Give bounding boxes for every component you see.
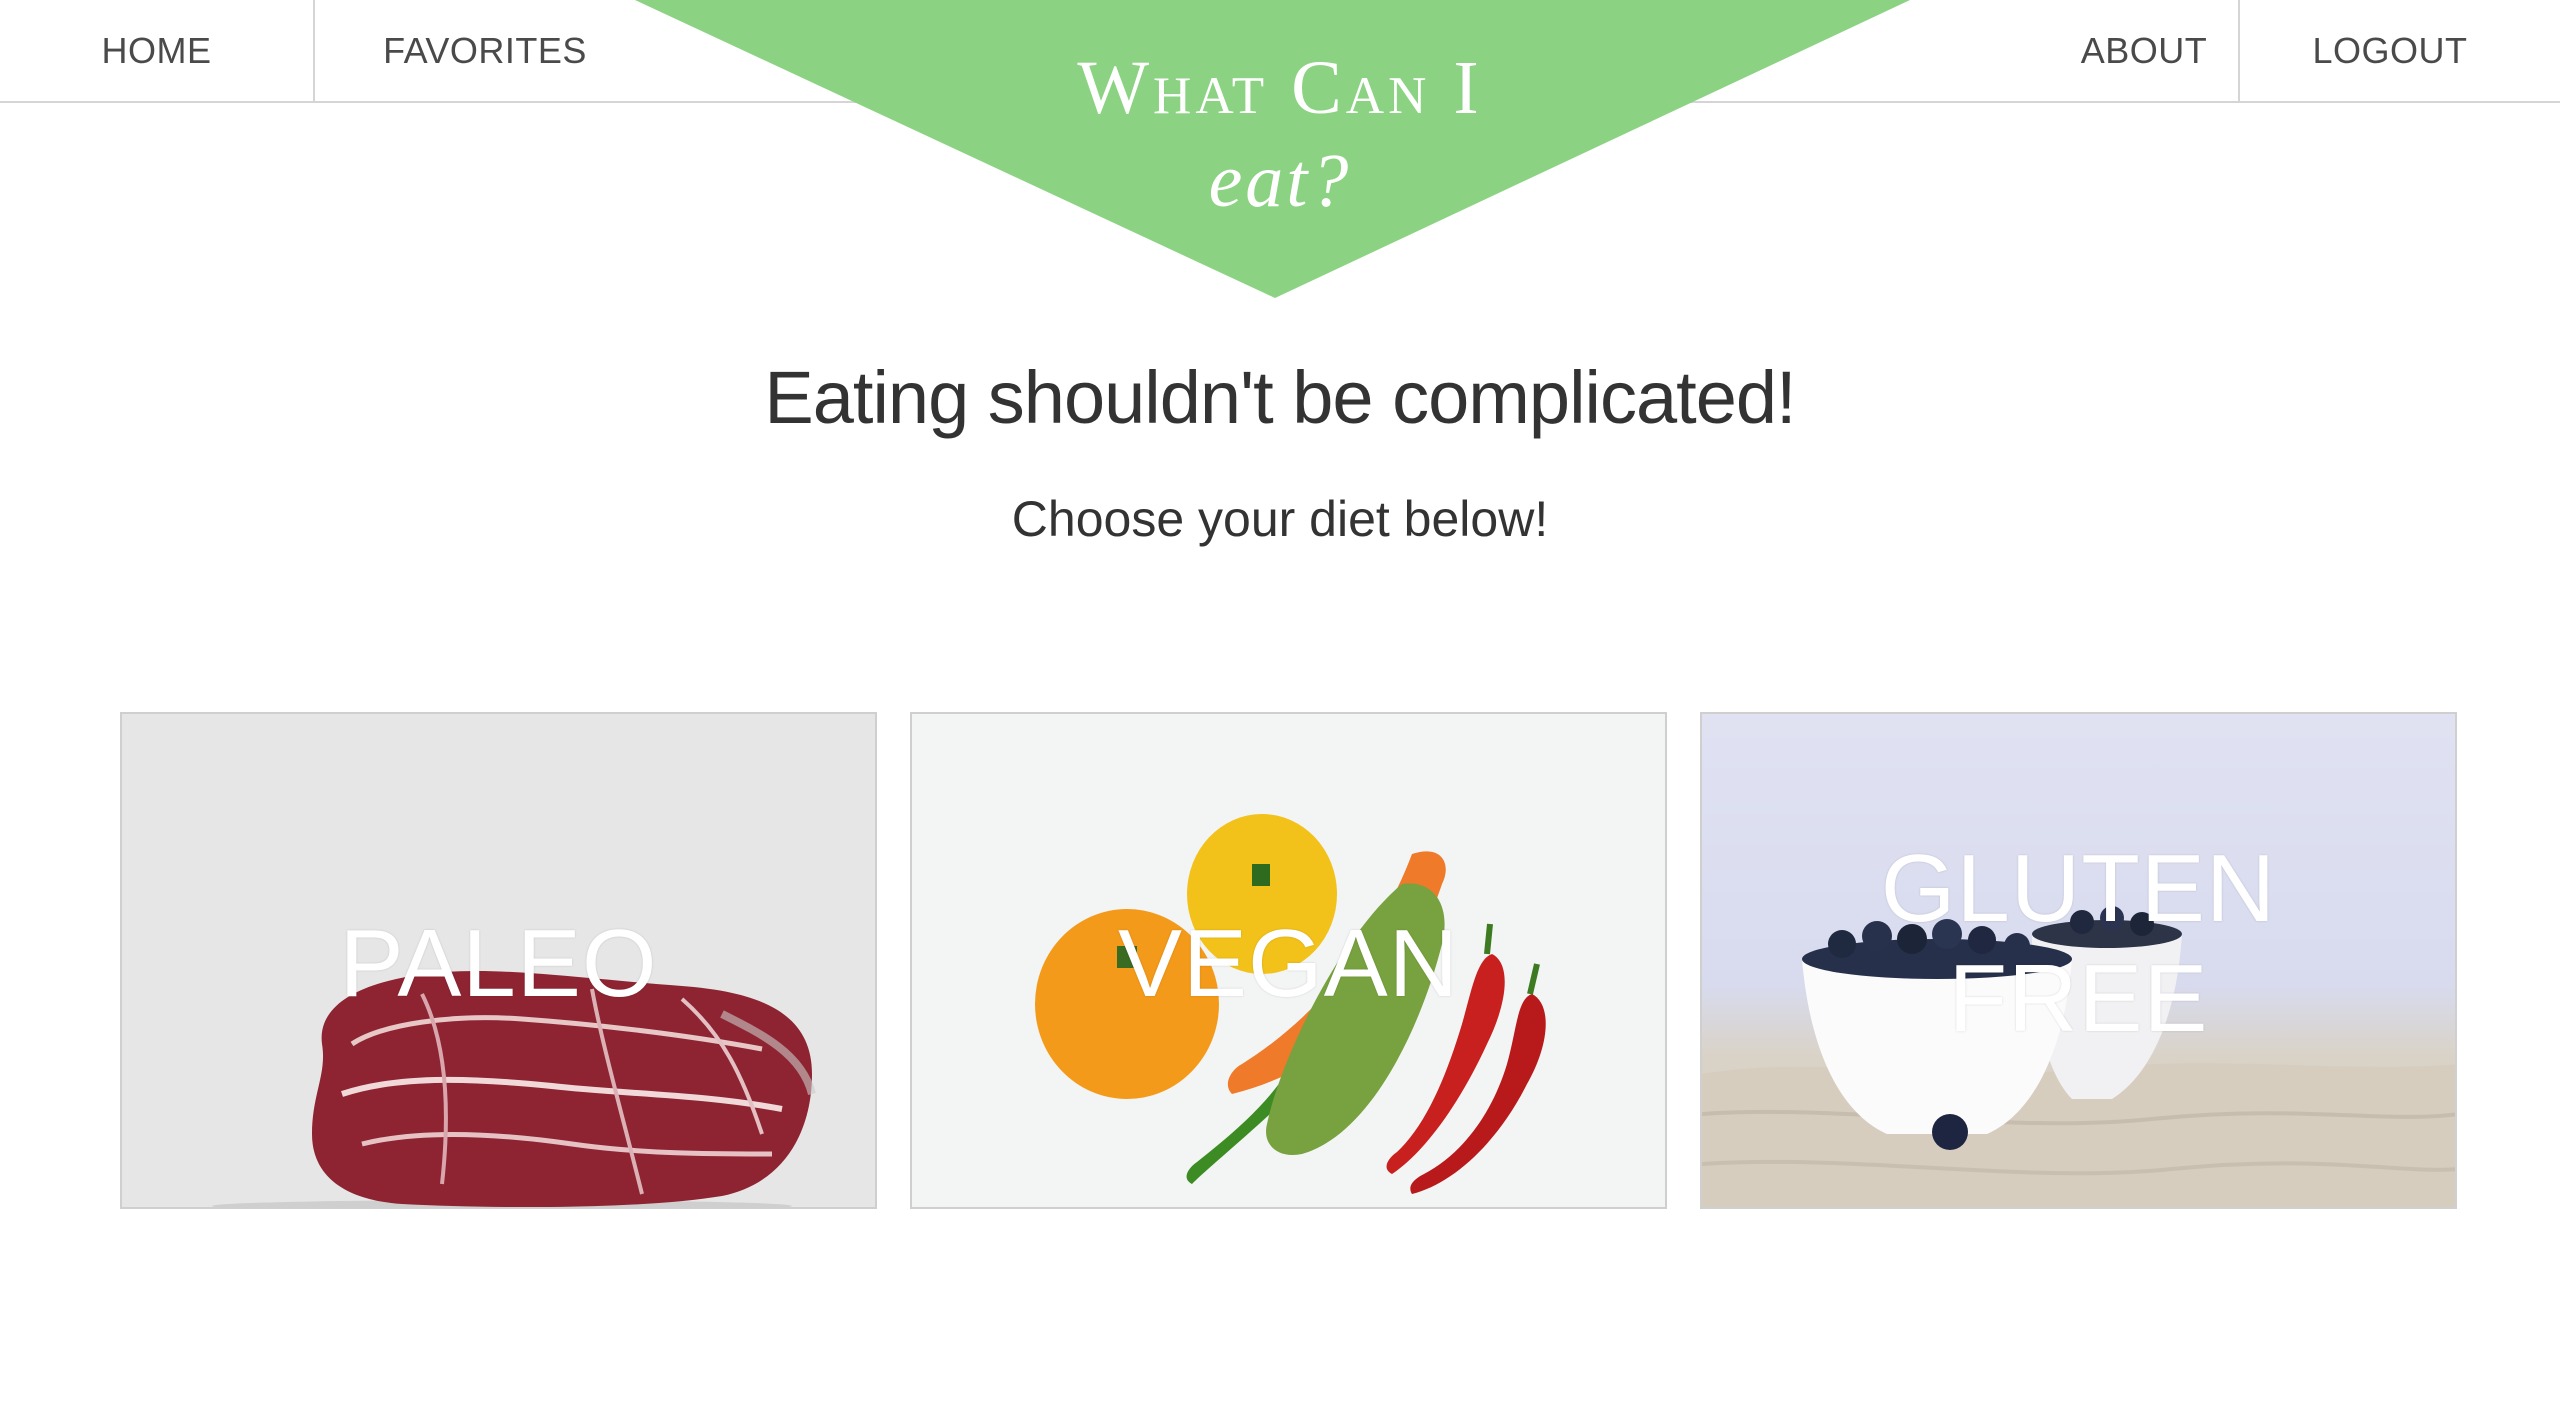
- logo-subtitle: eat?: [1208, 139, 1352, 223]
- site-logo[interactable]: What Can I eat?: [920, 40, 1640, 226]
- diet-label-gluten-line2: FREE: [1948, 945, 2209, 1052]
- page-headline: Eating shouldn't be complicated!: [764, 356, 1796, 439]
- nav-home-link[interactable]: HOME: [0, 0, 315, 101]
- diet-label-vegan: VEGAN: [1117, 910, 1460, 1017]
- page-subheadline: Choose your diet below!: [1011, 491, 1549, 547]
- diet-card-paleo[interactable]: PALEO: [120, 712, 877, 1209]
- nav-favorites-link[interactable]: FAVORITES: [315, 0, 655, 101]
- nav-about-link[interactable]: ABOUT: [2050, 0, 2240, 101]
- page: HOME FAVORITES ABOUT LOGOUT What Can I e…: [0, 0, 2560, 1406]
- diet-card-vegan[interactable]: VEGAN: [910, 712, 1667, 1209]
- nav-logout-link[interactable]: LOGOUT: [2240, 0, 2540, 101]
- diet-card-gluten-free[interactable]: GLUTEN FREE: [1700, 712, 2457, 1209]
- diet-label-gluten-free: GLUTEN FREE: [1702, 834, 2455, 1054]
- logo-title: What Can I: [1077, 46, 1483, 130]
- diet-label-gluten-line1: GLUTEN: [1880, 835, 2277, 942]
- diet-label-paleo: PALEO: [339, 910, 658, 1017]
